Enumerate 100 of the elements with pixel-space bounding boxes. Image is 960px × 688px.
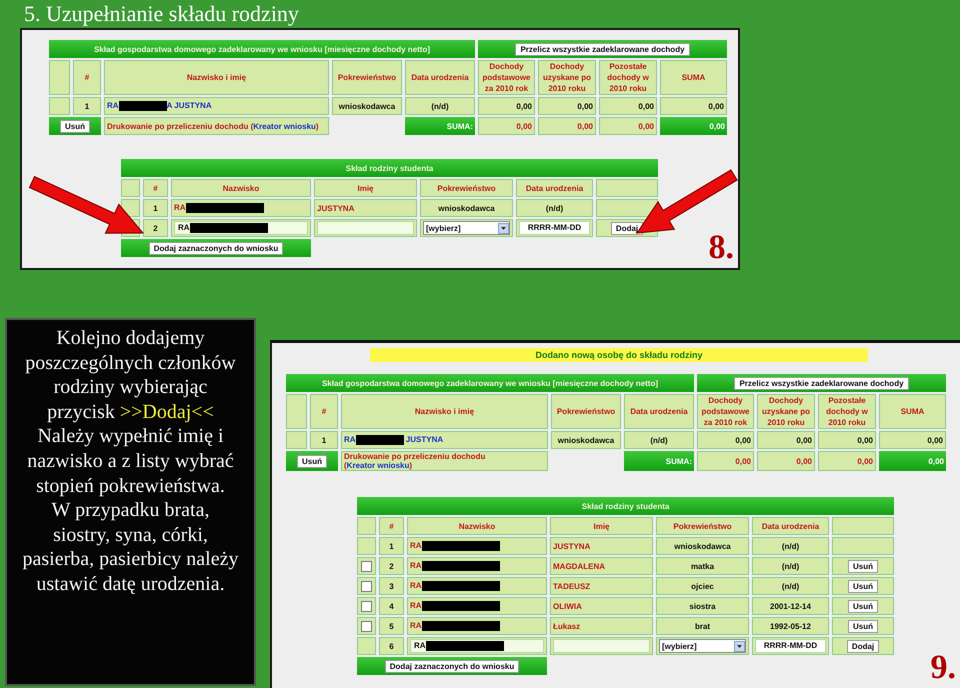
table-cell: (n/d) (624, 431, 694, 449)
table-cell: 6 (379, 637, 404, 655)
wizard-link[interactable]: Kreator wniosku (346, 461, 410, 470)
checkbox[interactable] (361, 600, 372, 612)
table-cell (596, 179, 658, 197)
sum-value: 0,00 (599, 117, 657, 135)
sum-label: SUMA: (624, 451, 694, 471)
name-text: RA (344, 435, 356, 444)
column-header: # (73, 60, 101, 95)
table-cell: 0,00 (660, 97, 727, 115)
surname-text: RA (410, 621, 422, 630)
sum-label: SUMA: (404, 117, 475, 135)
surname-field[interactable]: RA (410, 639, 544, 653)
table-cell: (n/d) (752, 537, 829, 555)
table-cell: 1 (143, 199, 168, 217)
date-field[interactable]: RRRR-MM-DD (755, 639, 826, 653)
table-cell: 0,00 (697, 431, 754, 449)
checkbox[interactable] (361, 560, 372, 572)
delete-button[interactable]: Usuń (848, 560, 878, 572)
sum-value: 0,00 (660, 117, 727, 135)
wizard-link[interactable]: Kreator wniosku (253, 122, 316, 130)
column-header: SUMA (879, 394, 946, 429)
surname-text: RA (174, 203, 186, 212)
table-cell: 2 (143, 219, 168, 237)
caret-icon (498, 222, 509, 234)
relation-dropdown[interactable]: [wybierz] (423, 221, 510, 235)
table-heading: Skład gospodarstwa domowego zadeklarowany we wniosku [miesięczne dochody netto] (49, 40, 475, 58)
column-header: Pokrewieństwo (332, 60, 402, 95)
name-text: RA (107, 101, 119, 110)
column-header: Pokrewieństwo (656, 517, 749, 535)
relation-dropdown[interactable]: [wybierz] (659, 639, 746, 653)
column-header: Nazwisko (407, 517, 547, 535)
column-header: Pozostałe dochody w 2010 roku (599, 60, 657, 95)
table-cell: 3 (379, 577, 404, 595)
table-cell: 0,00 (478, 97, 535, 115)
column-header: Data urodzenia (516, 179, 593, 197)
delete-button[interactable]: Usuń (60, 120, 90, 132)
table-cell: JUSTYNA (550, 537, 653, 555)
instruction-text: W przypadku brata, siostry, syna, córki, pasierba, pasierbicy należy ustawić datę urodzenia. (21, 498, 240, 597)
first-name-field[interactable] (317, 221, 414, 235)
surname-text: RA (410, 541, 422, 550)
print-note: Drukowanie po przeliczeniu dochodu (Kreator wniosku) (341, 451, 548, 471)
add-button[interactable]: Dodaj (846, 640, 880, 652)
column-header: Imię (550, 517, 653, 535)
date-field[interactable]: RRRR-MM-DD (519, 221, 590, 235)
table-cell: 2 (379, 557, 404, 575)
table-cell (832, 517, 894, 535)
table-cell (357, 517, 376, 535)
table-cell (49, 60, 70, 95)
recalculate-button[interactable]: Przelicz wszystkie zadeklarowane dochody (515, 42, 690, 56)
delete-button[interactable]: Usuń (297, 454, 327, 468)
column-header: Nazwisko i imię (341, 394, 548, 429)
column-header: Dochody uzyskane po 2010 roku (538, 60, 596, 95)
sum-value: 0,00 (697, 451, 754, 471)
table-cell: (n/d) (752, 557, 829, 575)
recalculate-button[interactable]: Przelicz wszystkie zadeklarowane dochody (734, 376, 909, 390)
name-text: A JUSTYNA (166, 101, 212, 110)
table-cell: Łukasz (550, 617, 653, 635)
table-heading: Skład rodziny studenta (121, 159, 658, 177)
success-notice: Dodano nową osobę do składu rodziny (370, 348, 868, 362)
surname-text: RA (410, 561, 422, 570)
slide-title: 5. Uzupełnianie składu rodziny (23, 0, 300, 28)
table-cell (357, 537, 376, 555)
first-name-field[interactable] (553, 639, 650, 653)
table-heading: Skład gospodarstwa domowego zadeklarowany we wniosku [miesięczne dochody netto] (286, 374, 694, 392)
column-header: Dochody podstawowe za 2010 rok (478, 60, 535, 95)
checkbox[interactable] (361, 620, 372, 632)
table-cell: ojciec (656, 577, 749, 595)
instruction-text: Kolejno dodajemy poszczególnych członków rodziny wybierając przycisk >>Dodaj<< Należy wypełnić imię i nazwisko a z listy wybrać stopień pokrewieństwa. (24, 326, 237, 498)
add-selected-button[interactable]: Dodaj zaznaczonych do wniosku (384, 660, 520, 672)
surname-field[interactable]: RA (174, 221, 308, 235)
table-cell (596, 199, 658, 217)
table-cell (286, 394, 307, 429)
column-header: Data urodzenia (752, 517, 829, 535)
delete-button[interactable]: Usuń (848, 600, 878, 612)
delete-button[interactable]: Usuń (848, 620, 878, 632)
add-button[interactable]: Dodaj (610, 222, 644, 234)
table-cell: brat (656, 617, 749, 635)
column-header: # (143, 179, 168, 197)
table-cell: (n/d) (404, 97, 475, 115)
table-cell: 0,00 (599, 97, 657, 115)
table-cell: matka (656, 557, 749, 575)
table-cell: 0,00 (757, 431, 815, 449)
checkbox[interactable] (361, 580, 372, 592)
surname-text: RA (410, 601, 422, 610)
table-cell: 0,00 (818, 431, 876, 449)
table-cell: MAGDALENA (550, 557, 653, 575)
table-cell (121, 179, 140, 197)
delete-button[interactable]: Usuń (848, 580, 878, 592)
table-cell: wnioskodawca (550, 431, 621, 449)
column-header: Pozostałe dochody w 2010 roku (818, 394, 876, 429)
sum-value: 0,00 (818, 451, 876, 471)
table-cell: 4 (379, 597, 404, 615)
sum-value: 0,00 (478, 117, 535, 135)
table-cell: 1 (310, 431, 338, 449)
add-selected-button[interactable]: Dodaj zaznaczonych do wniosku (148, 242, 284, 254)
table-cell: (n/d) (752, 577, 829, 595)
table-cell: JUSTYNA (314, 199, 417, 217)
table-cell: 2001-12-14 (752, 597, 829, 615)
column-header: Pokrewieństwo (550, 394, 621, 429)
